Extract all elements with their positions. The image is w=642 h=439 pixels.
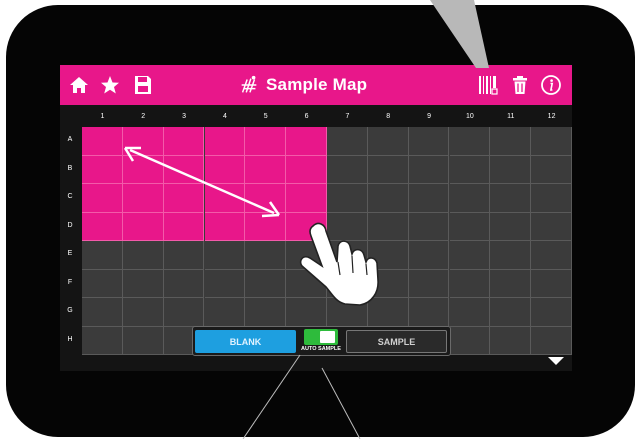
- blank-button[interactable]: BLANK: [195, 330, 296, 353]
- auto-sample-toggle[interactable]: [304, 329, 338, 345]
- sample-controls-panel: BLANK AUTO SAMPLE SAMPLE: [192, 326, 451, 356]
- expand-arrow-icon[interactable]: [548, 357, 564, 365]
- sample-button[interactable]: SAMPLE: [346, 330, 447, 353]
- toggle-knob: [320, 331, 335, 343]
- auto-sample-label: AUTO SAMPLE: [301, 346, 341, 352]
